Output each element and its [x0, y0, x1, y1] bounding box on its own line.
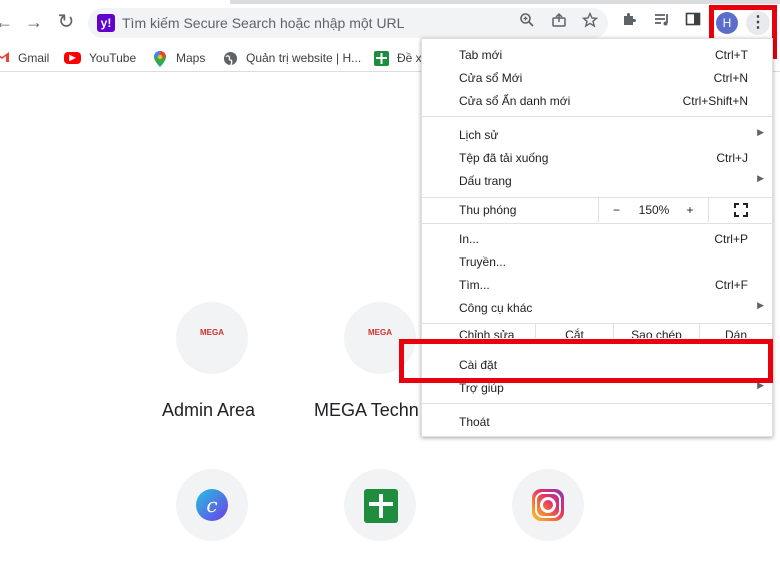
sheets-icon [374, 50, 389, 66]
menu-item-label: Dán [724, 328, 747, 338]
menu-item-find[interactable]: Tìm... Ctrl+F [422, 274, 772, 296]
bookmark-website-admin[interactable]: Quản trị website | H... [222, 48, 361, 68]
forward-arrow-icon[interactable]: → [22, 10, 46, 34]
bookmark-maps[interactable]: Maps [152, 48, 205, 68]
tab-strip-edge [230, 0, 780, 4]
zoom-in-button[interactable]: + [674, 198, 706, 222]
menu-item-label: Cắt [565, 328, 584, 338]
shortcut-tile-sheets[interactable] [344, 469, 416, 541]
menu-item-shortcut: Ctrl+N [713, 71, 748, 85]
zoom-icon[interactable] [516, 12, 538, 34]
back-arrow-icon[interactable]: ← [0, 10, 16, 34]
youtube-icon: ▶ [64, 52, 81, 64]
menu-item-label: Tìm... [459, 278, 490, 292]
menu-item-label: Truyền... [459, 255, 506, 269]
bookmark-label: Gmail [18, 51, 50, 65]
menu-separator [422, 223, 772, 224]
submenu-arrow-icon: ▶ [757, 127, 764, 137]
reading-list-icon[interactable] [651, 11, 673, 33]
zoom-out-button[interactable]: − [598, 198, 634, 222]
menu-item-label: Tệp đã tải xuống [459, 151, 549, 165]
share-icon[interactable] [548, 12, 570, 34]
bookmark-star-icon[interactable] [579, 11, 601, 34]
globe-icon [222, 51, 238, 66]
shortcut-label[interactable]: Admin Area [162, 400, 255, 421]
reload-icon[interactable]: ↻ [54, 10, 78, 34]
submenu-arrow-icon: ▶ [757, 173, 764, 183]
gmail-icon [0, 51, 10, 65]
submenu-arrow-icon: ▶ [757, 300, 764, 310]
sheets-icon [364, 489, 398, 523]
menu-item-new-window[interactable]: Cửa sổ Mới Ctrl+N [422, 67, 772, 89]
mega-logo-icon: MEGA [368, 328, 392, 337]
menu-separator [422, 116, 772, 117]
shortcut-tile-admin-area[interactable]: MEGA [176, 302, 248, 374]
menu-item-history[interactable]: Lịch sử ▶ [422, 124, 772, 146]
instagram-icon [532, 489, 564, 521]
shortcut-label[interactable]: MEGA Techn [314, 400, 419, 421]
menu-item-incognito[interactable]: Cửa sổ Ẩn danh mới Ctrl+Shift+N [422, 90, 772, 112]
menu-item-label: Công cụ khác [459, 301, 533, 315]
bookmark-label: YouTube [89, 51, 137, 65]
menu-item-label: Cửa sổ Ẩn danh mới [459, 94, 571, 108]
zoom-level: 150% [638, 203, 670, 217]
bookmark-youtube[interactable]: ▶ YouTube [64, 48, 136, 68]
menu-item-label: Thoát [459, 415, 490, 429]
menu-item-label: Lịch sử [459, 128, 499, 142]
menu-item-label: Trợ giúp [459, 381, 504, 395]
extensions-icon[interactable] [618, 11, 640, 33]
menu-item-cast[interactable]: Truyền... [422, 251, 772, 273]
yahoo-search-icon: y! [97, 14, 115, 32]
bookmark-label: Quản trị website | H... [246, 51, 362, 65]
paste-button[interactable]: Dán [699, 324, 772, 338]
fullscreen-button[interactable] [708, 198, 772, 222]
settings-highlight-box [399, 339, 773, 383]
menu-item-bookmarks[interactable]: Dấu trang ▶ [422, 170, 772, 192]
shortcut-tile-canva[interactable]: c [176, 469, 248, 541]
menu-item-new-tab[interactable]: Tab mới Ctrl+T [422, 44, 772, 66]
address-bar[interactable]: y! Tìm kiếm Secure Search hoặc nhập một … [88, 8, 608, 38]
menu-item-downloads[interactable]: Tệp đã tải xuống Ctrl+J [422, 147, 772, 169]
copy-button[interactable]: Sao chép [613, 324, 699, 338]
menu-item-edit: Chỉnh sửa [422, 324, 535, 338]
fullscreen-icon [733, 203, 748, 217]
menu-item-shortcut: Ctrl+P [714, 232, 748, 246]
bookmark-label: Maps [176, 51, 206, 65]
menu-item-label: In... [459, 232, 480, 246]
cut-button[interactable]: Cắt [535, 324, 613, 338]
menu-item-label: Chỉnh sửa [459, 328, 515, 338]
menu-item-label: Cửa sổ Mới [459, 71, 523, 85]
canva-icon: c [196, 489, 228, 521]
menu-item-more-tools[interactable]: Công cụ khác ▶ [422, 297, 772, 319]
shortcut-tile-instagram[interactable] [512, 469, 584, 541]
menu-separator [422, 403, 772, 404]
mega-logo-icon: MEGA [200, 328, 224, 337]
menu-item-label: Dấu trang [459, 174, 512, 188]
bookmark-label: Đề x [397, 51, 422, 65]
menu-item-shortcut: Ctrl+J [716, 151, 748, 165]
menu-item-shortcut: Ctrl+Shift+N [682, 94, 748, 108]
menu-item-label: Tab mới [459, 48, 503, 62]
menu-item-print[interactable]: In... Ctrl+P [422, 228, 772, 250]
menu-item-shortcut: Ctrl+F [715, 278, 748, 292]
menu-item-shortcut: Ctrl+T [715, 48, 748, 62]
address-bar-placeholder[interactable]: Tìm kiếm Secure Search hoặc nhập một URL [122, 15, 404, 31]
menu-item-exit[interactable]: Thoát [422, 411, 772, 433]
menu-item-label: Sao chép [631, 328, 682, 338]
maps-icon [152, 51, 168, 67]
menu-item-label: Thu phóng [459, 203, 517, 217]
bookmark-sheets[interactable]: Đề x [374, 48, 422, 68]
bookmark-gmail[interactable]: Gmail [0, 48, 49, 68]
side-panel-icon[interactable] [682, 11, 704, 33]
